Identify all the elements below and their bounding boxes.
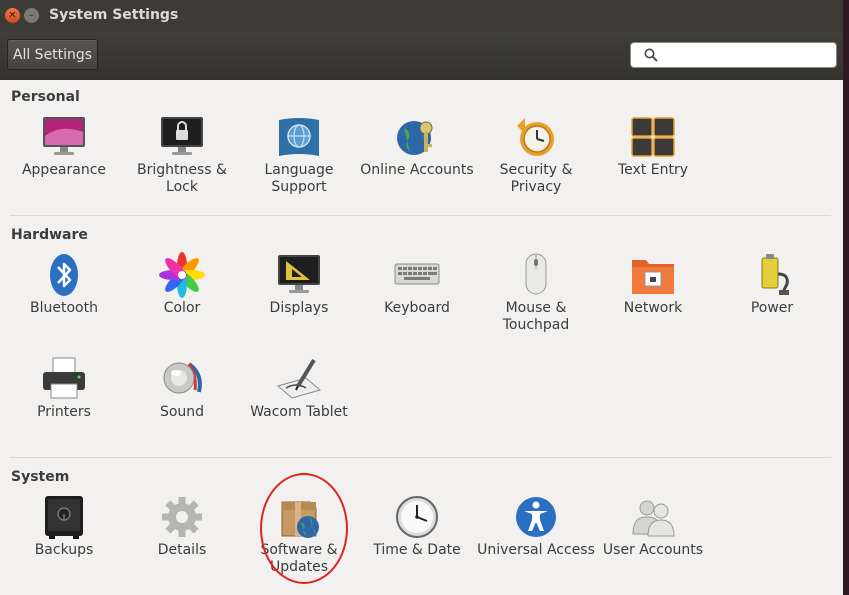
item-brightness-lock[interactable]: Brightness & Lock: [123, 114, 241, 204]
search-box[interactable]: [630, 42, 837, 68]
divider: [10, 457, 831, 458]
item-color[interactable]: Color: [123, 252, 241, 342]
item-label: Power: [750, 300, 794, 316]
item-wacom-tablet[interactable]: Wacom Tablet: [240, 356, 358, 446]
item-backups[interactable]: Backups: [5, 494, 123, 584]
item-label: Backups: [34, 542, 94, 558]
item-language-support[interactable]: Language Support: [240, 114, 358, 204]
item-label: Appearance: [21, 162, 107, 178]
item-printers[interactable]: Printers: [5, 356, 123, 446]
search-icon: [644, 48, 658, 62]
displays-icon: [278, 255, 320, 293]
text-entry-icon: [631, 117, 675, 157]
item-universal-access[interactable]: Universal Access: [477, 494, 595, 584]
time-date-icon: [396, 496, 438, 538]
item-label: Time & Date: [373, 542, 461, 558]
appearance-icon: [43, 117, 85, 155]
item-label: Sound: [159, 404, 205, 420]
minimize-icon[interactable]: –: [24, 8, 39, 23]
item-details[interactable]: Details: [123, 494, 241, 584]
wacom-tablet-icon: [276, 358, 322, 399]
section-title-personal: Personal: [11, 89, 80, 105]
user-accounts-icon: [632, 500, 675, 537]
divider: [10, 215, 831, 216]
item-label: Text Entry: [617, 162, 688, 178]
search-input[interactable]: [667, 46, 831, 66]
item-label: Online Accounts: [360, 162, 474, 178]
item-label: Color: [163, 300, 201, 316]
security-privacy-icon: [517, 118, 554, 156]
item-text-entry[interactable]: Text Entry: [594, 114, 712, 204]
sound-icon: [163, 362, 202, 394]
item-label: Universal Access: [477, 542, 595, 558]
settings-content: Personal Appearance Brightness & Lock La…: [0, 80, 843, 595]
item-network[interactable]: Network: [594, 252, 712, 342]
item-security-privacy[interactable]: Security & Privacy: [477, 114, 595, 204]
item-label: Bluetooth: [30, 300, 98, 316]
brightness-lock-icon: [161, 117, 203, 155]
software-updates-icon: [281, 501, 319, 538]
item-label: Displays: [269, 300, 329, 316]
section-title-system: System: [11, 469, 70, 485]
item-power[interactable]: Power: [713, 252, 831, 342]
window-title: System Settings: [49, 7, 179, 23]
item-label: Wacom Tablet: [250, 404, 348, 420]
item-label: Security & Privacy: [499, 162, 573, 195]
item-label: Details: [157, 542, 207, 558]
all-settings-button[interactable]: All Settings: [7, 39, 98, 70]
bluetooth-icon: [50, 254, 78, 296]
item-bluetooth[interactable]: Bluetooth: [5, 252, 123, 342]
item-online-accounts[interactable]: Online Accounts: [358, 114, 476, 204]
toolbar: All Settings: [0, 32, 843, 80]
item-mouse-touchpad[interactable]: Mouse & Touchpad: [477, 252, 595, 342]
universal-access-icon: [516, 497, 556, 537]
section-title-hardware: Hardware: [11, 227, 88, 243]
item-label: Network: [623, 300, 683, 316]
item-time-date[interactable]: Time & Date: [358, 494, 476, 584]
details-icon: [162, 497, 202, 537]
printer-icon: [43, 357, 85, 399]
item-keyboard[interactable]: Keyboard: [358, 252, 476, 342]
item-user-accounts[interactable]: User Accounts: [594, 494, 712, 584]
item-label: Software & Updates: [260, 542, 338, 575]
backups-icon: [45, 496, 83, 539]
power-icon: [761, 254, 789, 295]
item-appearance[interactable]: Appearance: [5, 114, 123, 204]
item-label: Printers: [37, 404, 91, 420]
network-icon: [632, 260, 674, 294]
item-software-updates[interactable]: Software & Updates: [240, 494, 358, 584]
close-icon[interactable]: ✕: [5, 8, 20, 23]
title-bar: ✕ – System Settings: [0, 0, 843, 32]
item-label: Brightness & Lock: [137, 162, 227, 195]
mouse-touchpad-icon: [525, 253, 547, 295]
color-icon: [159, 252, 205, 298]
item-displays[interactable]: Displays: [240, 252, 358, 342]
item-label: Keyboard: [384, 300, 450, 316]
desktop-background-strip: [843, 0, 849, 595]
item-label: Language Support: [264, 162, 334, 195]
item-label: User Accounts: [602, 542, 704, 558]
keyboard-icon: [394, 263, 440, 285]
language-support-icon: [279, 118, 319, 156]
item-sound[interactable]: Sound: [123, 356, 241, 446]
item-label: Mouse & Touchpad: [502, 300, 570, 333]
system-settings-window: ✕ – System Settings All Settings Persona…: [0, 0, 843, 595]
online-accounts-icon: [397, 121, 433, 155]
